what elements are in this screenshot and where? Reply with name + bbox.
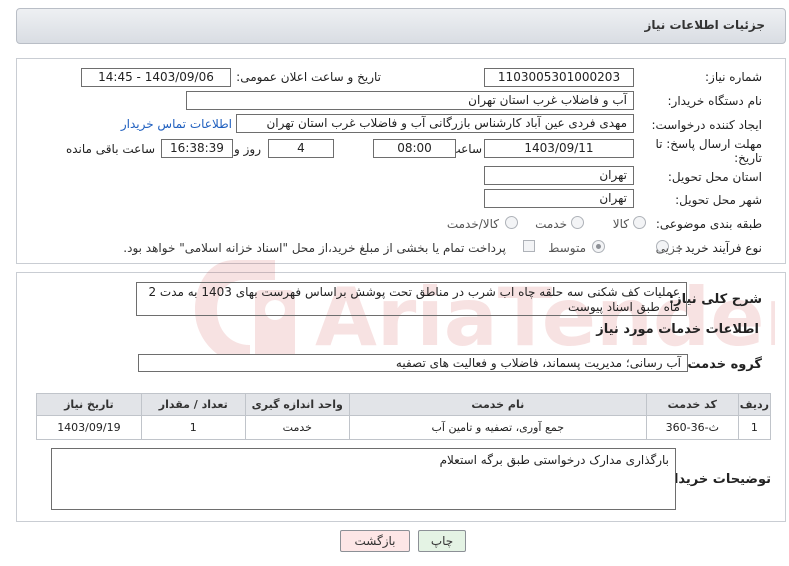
creator-field: مهدی فردی عین آباد کارشناس بازرگانی آب و… [236, 114, 634, 133]
col-header-need-date: تاریخ نیاز [36, 393, 142, 416]
category-service-label: خدمت [535, 217, 567, 231]
process-type-label: نوع فرآیند خرید : [677, 241, 762, 255]
remaining-time-field: 16:38:39 [161, 139, 233, 158]
process-medium-label: متوسط [548, 241, 586, 255]
category-label: طبقه بندی موضوعی: [655, 217, 762, 231]
category-goods-label: کالا [612, 217, 629, 231]
services-heading: اطلاعات خدمات مورد نیاز [596, 322, 759, 337]
category-service-radio[interactable] [571, 216, 584, 229]
deadline-label-line2: تاریخ: [734, 151, 762, 165]
need-number-field: 1103005301000203 [484, 68, 634, 87]
cell-need-date: 1403/09/19 [36, 415, 142, 440]
province-label: استان محل تحویل: [667, 170, 762, 184]
cell-service-code: ث-36-360 [645, 415, 739, 440]
cell-unit: خدمت [244, 415, 350, 440]
need-details-section [16, 58, 786, 264]
category-goods-service-label: کالا/خدمت [446, 217, 499, 231]
panel-header: جزئیات اطلاعات نیاز [16, 8, 786, 44]
deadline-date-field: 1403/09/11 [484, 139, 634, 158]
treasury-payment-note: پرداخت تمام یا بخشی از مبلغ خرید،از محل … [123, 241, 506, 255]
back-button[interactable]: بازگشت [340, 530, 410, 552]
col-header-row-number: ردیف [737, 393, 772, 416]
cell-quantity: 1 [140, 415, 246, 440]
buyer-contact-link[interactable]: اطلاعات تماس خریدار [121, 117, 232, 131]
general-description-text: عملیات کف شکنی سه حلقه چاه اب شرب در منا… [148, 285, 680, 314]
creator-label: ایجاد کننده درخواست: [651, 118, 762, 132]
col-header-service-name: نام خدمت [348, 393, 647, 416]
deadline-time-field: 08:00 [373, 139, 456, 158]
category-goods-service-radio[interactable] [505, 216, 518, 229]
category-goods-radio[interactable] [633, 216, 646, 229]
announce-date-field: 1403/09/06 - 14:45 [81, 68, 231, 87]
service-group-field: آب رسانی؛ مدیریت پسماند، فاضلاب و فعالیت… [138, 354, 688, 372]
deadline-label-line1: مهلت ارسال پاسخ: تا [655, 137, 762, 151]
buyer-org-field: آب و فاضلاب غرب استان تهران [186, 91, 634, 110]
days-label: روز و [234, 142, 261, 156]
cell-service-name: جمع آوری، تصفیه و تامین آب [348, 415, 647, 440]
province-field: تهران [484, 166, 634, 185]
col-header-service-code: کد خدمت [645, 393, 739, 416]
service-group-label: گروه خدمت: [682, 357, 762, 372]
services-table: ردیف کد خدمت نام خدمت واحد اندازه گیری ت… [36, 393, 772, 440]
buyer-notes-text: بارگذاری مدارک درخواستی طبق برگه استعلام [439, 453, 669, 467]
panel-title: جزئیات اطلاعات نیاز [644, 18, 765, 32]
buyer-notes-label: توضیحات خریدار: [661, 472, 771, 487]
announce-date-label: تاریخ و ساعت اعلان عمومی: [236, 70, 381, 84]
general-description-textarea[interactable]: عملیات کف شکنی سه حلقه چاه اب شرب در منا… [136, 282, 687, 316]
days-remaining-field: 4 [268, 139, 334, 158]
need-number-label: شماره نیاز: [705, 70, 762, 84]
buyer-notes-textarea[interactable]: بارگذاری مدارک درخواستی طبق برگه استعلام [51, 448, 676, 510]
process-minor-label: جزیی [655, 241, 683, 255]
col-header-quantity: تعداد / مقدار [140, 393, 246, 416]
process-medium-radio[interactable] [592, 240, 605, 253]
table-row: 1 ث-36-360 جمع آوری، تصفیه و تامین آب خد… [36, 415, 772, 440]
col-header-unit: واحد اندازه گیری [244, 393, 350, 416]
city-field: تهران [484, 189, 634, 208]
print-button[interactable]: چاپ [418, 530, 466, 552]
city-label: شهر محل تحویل: [675, 193, 762, 207]
remaining-time-label: ساعت باقی مانده [65, 142, 155, 156]
treasury-payment-checkbox[interactable] [523, 240, 535, 252]
buyer-org-label: نام دستگاه خریدار: [667, 94, 763, 108]
services-table-header-row: ردیف کد خدمت نام خدمت واحد اندازه گیری ت… [36, 393, 772, 416]
cell-row-number: 1 [737, 415, 772, 440]
